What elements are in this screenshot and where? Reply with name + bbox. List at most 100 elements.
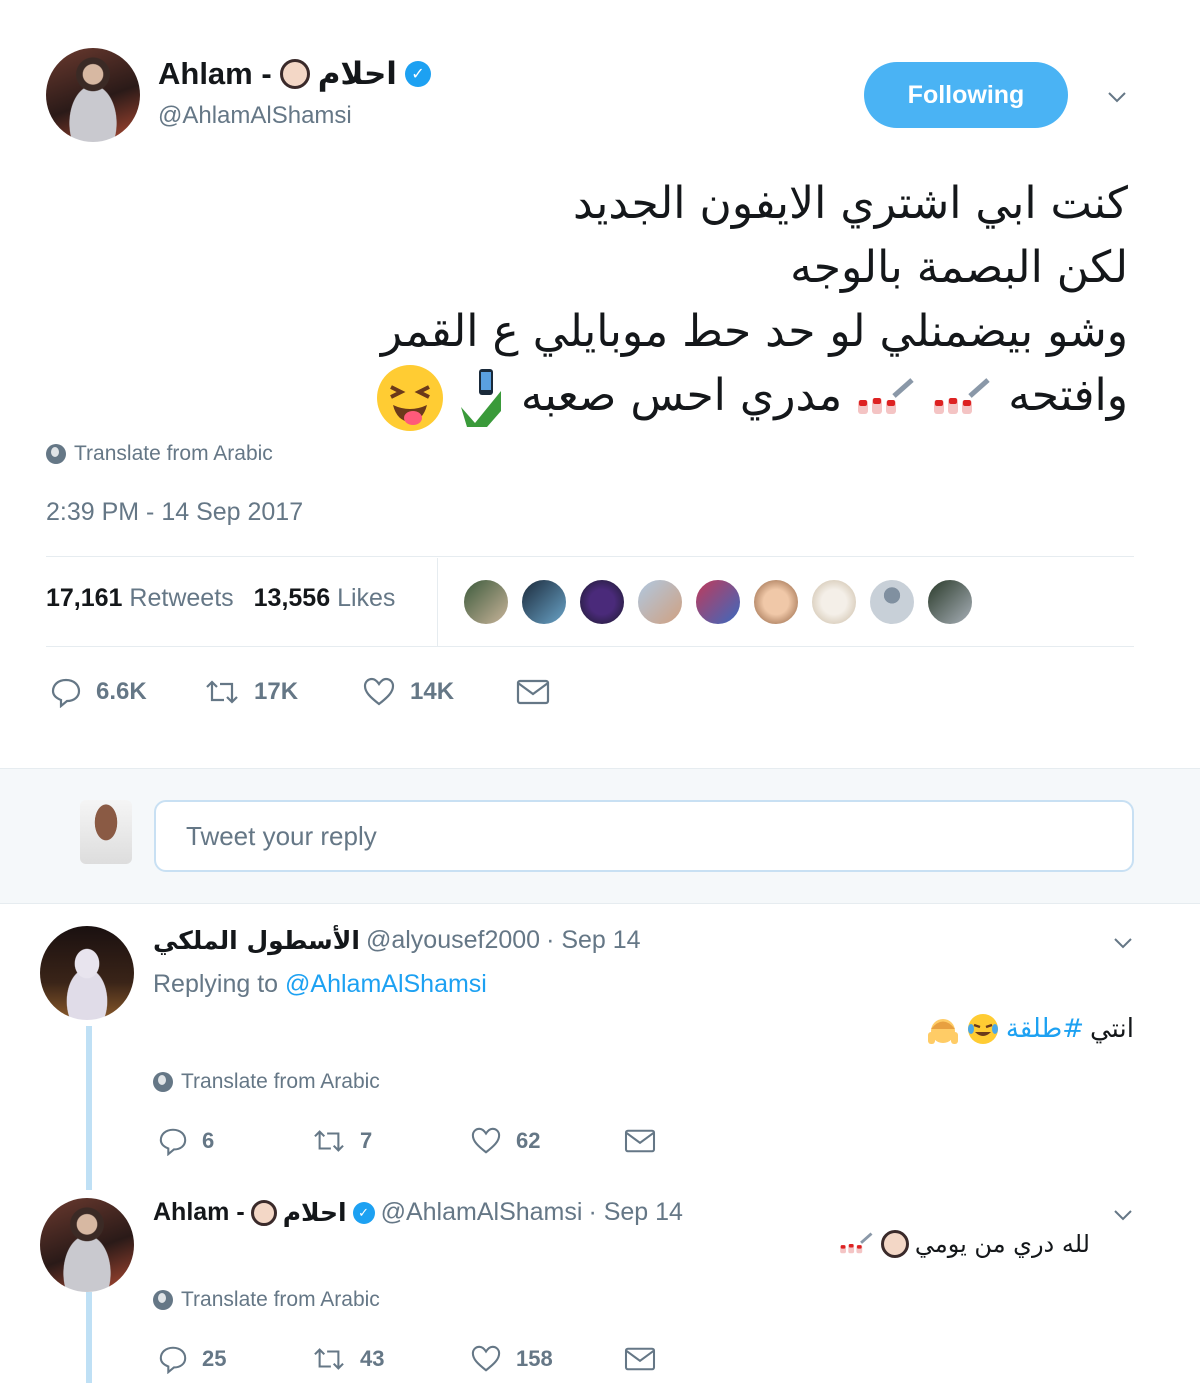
crying-laughing-emoji <box>967 1014 998 1044</box>
author-display-name-ar[interactable]: احلام <box>318 56 397 92</box>
divider <box>46 556 1134 557</box>
woman-emoji <box>250 1199 277 1226</box>
liker-avatar[interactable] <box>578 578 626 626</box>
nail-polish-emoji <box>934 378 990 414</box>
tweet-line: وشو بيضمنلي لو حد حط موبايلي ع القمر <box>380 306 1128 357</box>
reply-count: 25 <box>202 1346 227 1371</box>
reply-count: 6 <box>202 1128 215 1153</box>
liker-avatar[interactable] <box>636 578 684 626</box>
reply-author-name-ar[interactable]: احلام <box>283 1198 347 1227</box>
reply-text-word: انتي <box>1090 1014 1134 1044</box>
liker-avatar[interactable] <box>520 578 568 626</box>
retweet-action[interactable]: 7 <box>312 1126 470 1156</box>
tweet-actions: 6.6K 17K 14K <box>50 676 550 708</box>
verified-icon: ✓ <box>404 61 431 87</box>
like-action[interactable]: 62 <box>470 1126 624 1156</box>
message-action[interactable] <box>624 1127 656 1155</box>
replying-label: Replying to <box>153 970 279 998</box>
reply-icon <box>159 1346 187 1374</box>
globe-icon <box>153 1072 173 1092</box>
reply-input[interactable] <box>154 800 1134 872</box>
replying-mention[interactable]: @AhlamAlShamsi <box>285 970 487 998</box>
translate-label[interactable]: Translate from Arabic <box>181 1070 380 1094</box>
reply-author-handle[interactable]: @AhlamAlShamsi <box>381 1198 583 1227</box>
liker-avatar[interactable] <box>810 578 858 626</box>
nail-polish-emoji <box>840 1232 873 1254</box>
like-icon <box>471 1127 501 1154</box>
reply-action[interactable]: 25 <box>158 1344 312 1374</box>
reply-date[interactable]: · Sep 14 <box>546 926 641 955</box>
retweet-action[interactable]: 43 <box>312 1344 470 1374</box>
retweets-stat[interactable]: 17,161 Retweets <box>46 584 234 613</box>
woman-emoji <box>880 1230 909 1258</box>
message-action[interactable] <box>624 1345 656 1373</box>
reply-author-name-en[interactable]: Ahlam - <box>153 1198 245 1227</box>
message-icon <box>516 679 550 705</box>
nail-polish-emoji <box>858 378 914 414</box>
divider <box>46 646 1134 647</box>
retweets-label: Retweets <box>129 584 234 612</box>
author-display-name-en[interactable]: Ahlam - <box>158 56 272 92</box>
like-count: 158 <box>516 1346 553 1371</box>
tweet-line: وافتحه <box>1008 370 1128 421</box>
like-icon <box>471 1345 501 1372</box>
translate-label[interactable]: Translate from Arabic <box>74 442 273 466</box>
translate-link[interactable]: Translate from Arabic <box>153 1070 380 1094</box>
retweet-icon <box>206 680 238 704</box>
tweet-timestamp[interactable]: 2:39 PM - 14 Sep 2017 <box>46 498 303 527</box>
thread-line <box>86 1292 92 1383</box>
reply-author-avatar[interactable] <box>40 1198 134 1292</box>
reply-header: Ahlam - احلام ✓ @AhlamAlShamsi · Sep 14 <box>153 1198 683 1227</box>
current-user-avatar <box>80 800 132 864</box>
translate-link[interactable]: Translate from Arabic <box>153 1288 380 1312</box>
retweet-icon <box>314 1348 344 1370</box>
globe-icon <box>153 1290 173 1310</box>
author-avatar[interactable] <box>46 48 140 142</box>
reply-text: لله دري من يومي <box>839 1230 1090 1258</box>
author-handle[interactable]: @AhlamAlShamsi <box>158 102 352 130</box>
replying-to: Replying to @AhlamAlShamsi <box>153 970 487 999</box>
reply-header: الأسطول الملكي @alyousef2000 · Sep 14 <box>153 926 641 955</box>
liker-avatar[interactable] <box>868 578 916 626</box>
phone-emoji <box>460 369 501 427</box>
chevron-down-icon[interactable] <box>1106 86 1128 108</box>
reply-actions: 25 43 158 <box>158 1344 656 1374</box>
globe-icon <box>46 444 66 464</box>
translate-label[interactable]: Translate from Arabic <box>181 1288 380 1312</box>
reply-action[interactable]: 6.6K <box>50 676 204 708</box>
like-action[interactable]: 14K <box>362 676 516 708</box>
retweet-action[interactable]: 17K <box>204 676 362 708</box>
reply-count: 6.6K <box>96 678 147 705</box>
reply-icon <box>51 678 81 708</box>
message-icon <box>624 1347 656 1371</box>
chevron-down-icon[interactable] <box>1112 1204 1134 1226</box>
tweet-line: لكن البصمة بالوجه <box>790 242 1128 293</box>
liker-avatar[interactable] <box>694 578 742 626</box>
reply-author-handle[interactable]: @alyousef2000 <box>366 926 540 955</box>
reply-date[interactable]: · Sep 14 <box>588 1198 683 1227</box>
chevron-down-icon[interactable] <box>1112 932 1134 954</box>
liker-avatar[interactable] <box>462 578 510 626</box>
liker-avatar[interactable] <box>926 578 974 626</box>
message-action[interactable] <box>516 677 550 707</box>
hashtag-link[interactable]: #طلقة <box>1006 1014 1084 1044</box>
likes-stat[interactable]: 13,556 Likes <box>254 584 396 613</box>
tweet-text: كنت ابي اشتري الايفون الجديد لكن البصمة … <box>228 172 1128 431</box>
retweet-count: 43 <box>360 1346 385 1371</box>
verified-icon: ✓ <box>352 1201 375 1224</box>
tweet-stats: 17,161 Retweets 13,556 Likes <box>46 584 395 613</box>
liker-avatar[interactable] <box>752 578 800 626</box>
following-button[interactable]: Following <box>864 62 1068 128</box>
author-name-row[interactable]: Ahlam - احلام ✓ <box>158 56 431 92</box>
reply-text: انتي #طلقة <box>926 1012 1134 1046</box>
like-action[interactable]: 158 <box>470 1344 624 1374</box>
message-icon <box>624 1129 656 1153</box>
translate-link[interactable]: Translate from Arabic <box>46 442 273 466</box>
reply-action[interactable]: 6 <box>158 1126 312 1156</box>
retweet-icon <box>314 1130 344 1152</box>
tweet-line-with-emoji: وافتحه مدري احس صعبه <box>228 364 1128 431</box>
reply-author-avatar[interactable] <box>40 926 134 1020</box>
reply-author-name[interactable]: الأسطول الملكي <box>153 926 360 955</box>
like-count: 62 <box>516 1128 541 1153</box>
likes-label: Likes <box>337 584 396 612</box>
